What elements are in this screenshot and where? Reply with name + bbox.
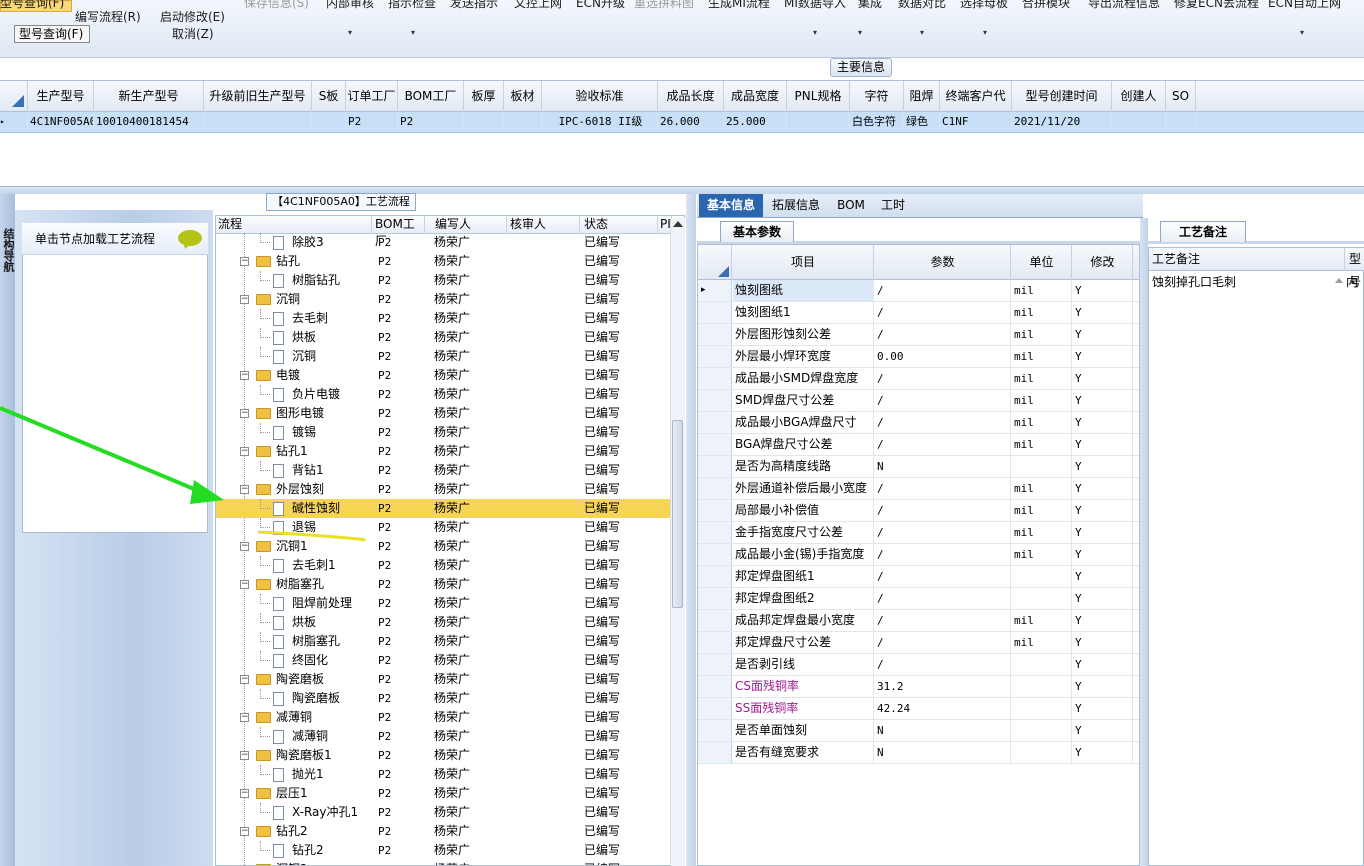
annotation-arrow-line — [0, 406, 207, 496]
annotation-overlay — [0, 406, 366, 542]
annotation-underline — [257, 530, 366, 542]
annotation-arrow-head — [190, 480, 224, 504]
